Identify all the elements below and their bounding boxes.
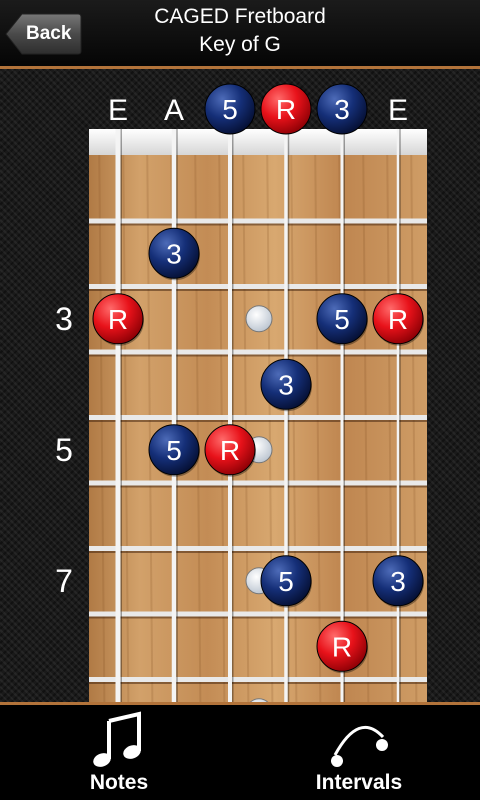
guitar-string [115, 129, 121, 702]
guitar-string [340, 129, 344, 702]
fret-wire [89, 546, 427, 551]
guitar-string [396, 129, 400, 702]
fret-wire [89, 611, 427, 617]
inlay-dot [245, 305, 273, 333]
fret-wire [89, 480, 427, 486]
note-marker-label: R [332, 631, 352, 662]
tab-bar: Notes Intervals [0, 705, 480, 800]
tab-intervals-label: Intervals [315, 771, 403, 794]
string-label: E [108, 94, 128, 127]
fret-wire [89, 218, 427, 224]
open-string-note-label: R [276, 94, 296, 125]
fret-shadow [89, 485, 427, 488]
string-shadow [287, 129, 290, 702]
fret-wire [89, 284, 427, 289]
guitar-string [228, 129, 232, 702]
note-marker-label: 3 [166, 238, 182, 269]
note-marker-label: 5 [334, 304, 350, 335]
tab-intervals[interactable]: Intervals [284, 705, 434, 800]
page-subtitle: Key of G [199, 33, 281, 56]
fret-wire [89, 349, 427, 355]
note-marker-label: 5 [166, 435, 182, 466]
note-marker-label: R [220, 435, 240, 466]
header-bar: Back CAGED Fretboard Key of G [0, 0, 480, 66]
note-marker-label: R [108, 304, 128, 335]
guitar-string [284, 129, 288, 702]
fret-shadow [89, 682, 427, 684]
fretboard-area: E A 5 R 3 E 3 5 7 3 R 5 R 3 5 R 5 3 R [0, 69, 480, 702]
fret-shadow [89, 420, 427, 422]
tab-notes-label: Notes [89, 771, 149, 794]
note-marker-label: 5 [278, 566, 294, 597]
fret-shadow [89, 289, 427, 291]
string-label: A [164, 94, 184, 127]
note-marker-label: R [388, 304, 408, 335]
note-marker-label: 3 [278, 369, 294, 400]
fret-number: 7 [55, 563, 73, 599]
music-note-icon [93, 711, 141, 767]
guitar-string [171, 129, 177, 702]
fret-shadow [89, 354, 427, 357]
fret-shadow [89, 223, 427, 226]
open-string-note-label: 5 [222, 94, 238, 125]
note-marker-label: 3 [390, 566, 406, 597]
fret-shadow [89, 551, 427, 553]
fret-wire [89, 677, 427, 682]
string-shadow [176, 129, 178, 702]
string-shadow [232, 129, 234, 702]
open-string-note[interactable]: 5 [204, 83, 256, 135]
page-title: CAGED Fretboard [154, 5, 326, 28]
open-string-note[interactable]: R [260, 83, 312, 135]
open-string-note[interactable]: 3 [316, 83, 368, 135]
open-string-note-label: 3 [334, 94, 350, 125]
fret-number: 3 [55, 301, 73, 337]
tab-notes[interactable]: Notes [44, 705, 194, 800]
string-label: E [388, 94, 408, 127]
intervals-arc-icon [331, 725, 388, 767]
string-shadow [343, 129, 345, 702]
nut [89, 129, 427, 155]
fret-shadow [89, 616, 427, 619]
string-shadow [399, 129, 401, 702]
fret-wire [89, 415, 427, 420]
fretboard: E A 5 R 3 E 3 5 7 3 R 5 R 3 5 R 5 3 R [55, 83, 427, 702]
string-shadow [120, 129, 122, 702]
fret-number: 5 [55, 432, 73, 468]
